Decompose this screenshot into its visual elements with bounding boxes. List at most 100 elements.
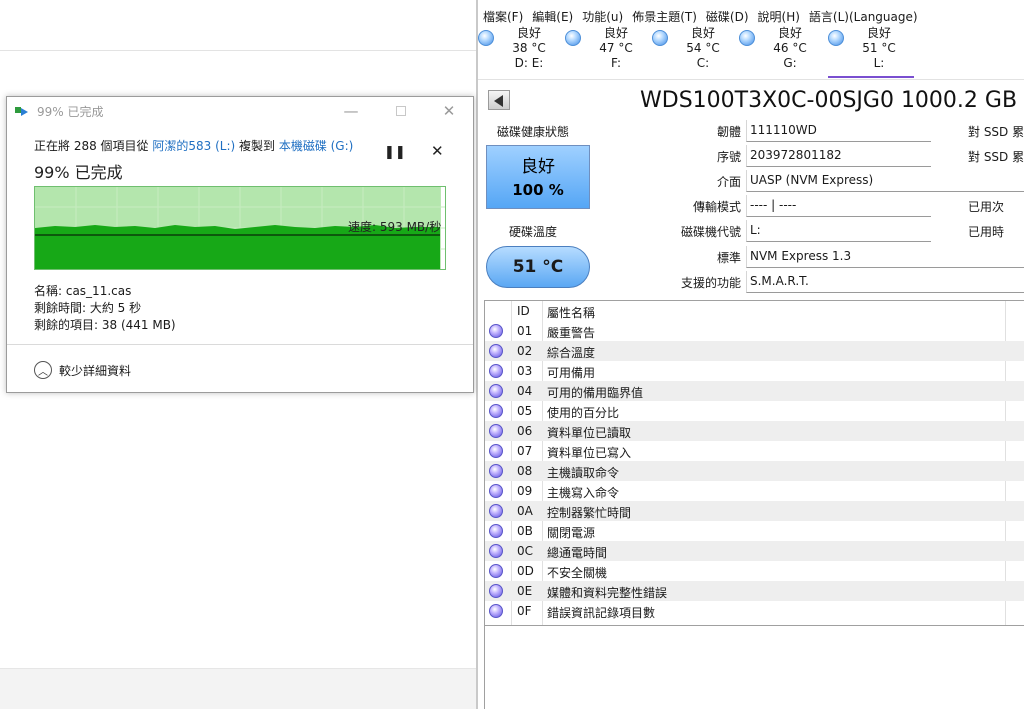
table-row[interactable]: 02 綜合溫度 bbox=[485, 341, 1024, 361]
transfer-speed-graph: 速度: 593 MB/秒 bbox=[34, 186, 446, 270]
disk-tab-temp: 51 °C bbox=[862, 41, 896, 55]
disk-tab-l[interactable]: 良好 51 °C L: bbox=[828, 26, 914, 78]
smart-rows: 01 嚴重警告 02 綜合溫度 03 可用備用 04 可用的備用臨界值 05 使用的百分比 06 資料… bbox=[485, 321, 1024, 621]
menu-theme[interactable]: 佈景主題(T) bbox=[632, 8, 697, 26]
attribute-name: 資料單位已寫入 bbox=[547, 446, 632, 460]
prop-value: L: bbox=[746, 220, 931, 242]
attribute-name: 不安全關機 bbox=[547, 566, 608, 580]
attribute-id: 06 bbox=[517, 424, 533, 438]
prop-value: NVM Express 1.3 bbox=[746, 246, 1024, 268]
attribute-name: 媒體和資料完整性錯誤 bbox=[547, 586, 668, 600]
table-row[interactable]: 05 使用的百分比 bbox=[485, 401, 1024, 421]
menu-file[interactable]: 檔案(F) bbox=[483, 8, 523, 26]
prop-value: ---- | ---- bbox=[746, 195, 931, 217]
menu-disk[interactable]: 磁碟(D) bbox=[706, 8, 749, 26]
right-label-ssd-read: 對 SSD 累 bbox=[968, 125, 1024, 139]
menu-function[interactable]: 功能(u) bbox=[582, 8, 623, 26]
disk-tab-c[interactable]: 良好 54 °C C: bbox=[652, 26, 738, 78]
prop-features: 支援的功能 S.M.A.R.T. bbox=[598, 271, 1024, 293]
health-status-badge[interactable]: 良好 100 % bbox=[486, 145, 590, 209]
destination-link[interactable]: 本機磁碟 (G:) bbox=[279, 139, 354, 153]
copy-progress-dialog: 99% 已完成 — ✕ 正在將 288 個項目從 阿潔的583 (L:) 複製到… bbox=[6, 96, 474, 393]
attribute-id: 0D bbox=[517, 564, 534, 578]
header-attribute-name[interactable]: 屬性名稱 bbox=[547, 304, 595, 321]
attribute-id: 08 bbox=[517, 464, 533, 478]
menu-help[interactable]: 說明(H) bbox=[758, 8, 800, 26]
attribute-name: 錯誤資訊記錄項目數 bbox=[547, 606, 656, 620]
table-row[interactable]: 06 資料單位已讀取 bbox=[485, 421, 1024, 441]
attribute-id: 07 bbox=[517, 444, 533, 458]
disk-tab-status: 良好 bbox=[516, 26, 541, 40]
prop-key: 韌體 bbox=[716, 125, 741, 139]
table-row[interactable]: 03 可用備用 bbox=[485, 361, 1024, 381]
disk-tab-g[interactable]: 良好 46 °C G: bbox=[739, 26, 825, 78]
disk-tab-drive: F: bbox=[610, 56, 621, 70]
header-id[interactable]: ID bbox=[517, 304, 530, 318]
previous-disk-button[interactable] bbox=[488, 90, 510, 110]
attribute-name: 使用的百分比 bbox=[547, 406, 620, 420]
attribute-name: 可用備用 bbox=[547, 366, 596, 380]
table-row[interactable]: 0F 錯誤資訊記錄項目數 bbox=[485, 601, 1024, 621]
copy-status-line: 正在將 288 個項目從 阿潔的583 (L:) 複製到 本機磁碟 (G:) bbox=[34, 137, 473, 154]
status-middle: 複製到 bbox=[235, 139, 279, 153]
temperature-badge[interactable]: 51 °C bbox=[486, 246, 590, 288]
table-row[interactable]: 07 資料單位已寫入 bbox=[485, 441, 1024, 461]
prop-transfer-mode: 傳輸模式 ---- | ---- bbox=[598, 195, 1024, 217]
disk-tab-temp: 47 °C bbox=[599, 41, 633, 55]
attribute-id: 05 bbox=[517, 404, 533, 418]
source-link[interactable]: 阿潔的583 (L:) bbox=[152, 139, 235, 153]
table-row[interactable]: 08 主機讀取命令 bbox=[485, 461, 1024, 481]
menu-language[interactable]: 語言(L)(Language) bbox=[809, 8, 918, 26]
prop-drive-letter: 磁碟機代號 L: bbox=[598, 220, 1024, 242]
pause-button[interactable]: ❚❚ bbox=[384, 145, 406, 160]
close-button[interactable]: ✕ bbox=[439, 101, 459, 121]
status-good-icon bbox=[489, 564, 503, 578]
explorer-statusbar bbox=[0, 668, 476, 709]
crystaldiskinfo-window: 檔案(F) 編輯(E) 功能(u) 佈景主題(T) 磁碟(D) 說明(H) 語言… bbox=[478, 0, 1024, 709]
prop-key: 支援的功能 bbox=[680, 276, 741, 290]
prop-standard: 標準 NVM Express 1.3 bbox=[598, 246, 1024, 268]
status-good-icon bbox=[489, 464, 503, 478]
health-label: 磁碟健康狀態 bbox=[497, 125, 570, 139]
attribute-id: 0A bbox=[517, 504, 533, 518]
menu-bar: 檔案(F) 編輯(E) 功能(u) 佈景主題(T) 磁碟(D) 說明(H) 語言… bbox=[478, 8, 1024, 26]
minimize-button[interactable]: — bbox=[341, 101, 361, 121]
status-good-icon bbox=[489, 424, 503, 438]
prop-serial: 序號 203972801182 bbox=[598, 145, 1024, 167]
stop-button[interactable]: ✕ bbox=[431, 142, 444, 160]
right-label-power-count: 已用次 bbox=[968, 200, 1005, 214]
disk-tab-f[interactable]: 良好 47 °C F: bbox=[565, 26, 651, 78]
menu-edit[interactable]: 編輯(E) bbox=[532, 8, 573, 26]
status-good-icon bbox=[489, 324, 503, 338]
status-good-icon bbox=[489, 364, 503, 378]
table-row[interactable]: 09 主機寫入命令 bbox=[485, 481, 1024, 501]
attribute-id: 04 bbox=[517, 384, 533, 398]
prop-key: 磁碟機代號 bbox=[680, 225, 741, 239]
table-row[interactable]: 0E 媒體和資料完整性錯誤 bbox=[485, 581, 1024, 601]
table-row[interactable]: 0B 關閉電源 bbox=[485, 521, 1024, 541]
table-row[interactable]: 0D 不安全關機 bbox=[485, 561, 1024, 581]
health-status-text: 良好 bbox=[521, 157, 555, 177]
dialog-title: 99% 已完成 bbox=[37, 104, 104, 119]
prop-key: 傳輸模式 bbox=[692, 200, 741, 214]
disk-tab-d-e[interactable]: 良好 38 °C D: E: bbox=[478, 26, 564, 78]
maximize-button[interactable] bbox=[391, 101, 411, 121]
disk-tab-status: 良好 bbox=[777, 26, 802, 40]
table-row[interactable]: 04 可用的備用臨界值 bbox=[485, 381, 1024, 401]
time-remaining-line: 剩餘時間: 大約 5 秒 bbox=[34, 301, 142, 315]
right-label-ssd-write: 對 SSD 累 bbox=[968, 150, 1024, 164]
table-row[interactable]: 0A 控制器繁忙時間 bbox=[485, 501, 1024, 521]
fewer-details-button[interactable]: ︿ 較少詳細資料 bbox=[34, 361, 131, 379]
chevron-up-icon: ︿ bbox=[34, 361, 52, 379]
attribute-id: 01 bbox=[517, 324, 533, 338]
prop-value: UASP (NVM Express) bbox=[746, 170, 1024, 192]
prop-value: S.M.A.R.T. bbox=[746, 271, 1024, 293]
attribute-id: 0C bbox=[517, 544, 534, 558]
fewer-details-label: 較少詳細資料 bbox=[59, 363, 132, 378]
disk-tabs: 良好 38 °C D: E: 良好 47 °C F: 良好 54 °C C: 良… bbox=[478, 26, 1024, 78]
table-row[interactable]: 0C 總通電時間 bbox=[485, 541, 1024, 561]
status-good-icon bbox=[489, 524, 503, 538]
table-row[interactable]: 01 嚴重警告 bbox=[485, 321, 1024, 341]
attribute-id: 0E bbox=[517, 584, 533, 598]
attribute-id: 0F bbox=[517, 604, 532, 618]
